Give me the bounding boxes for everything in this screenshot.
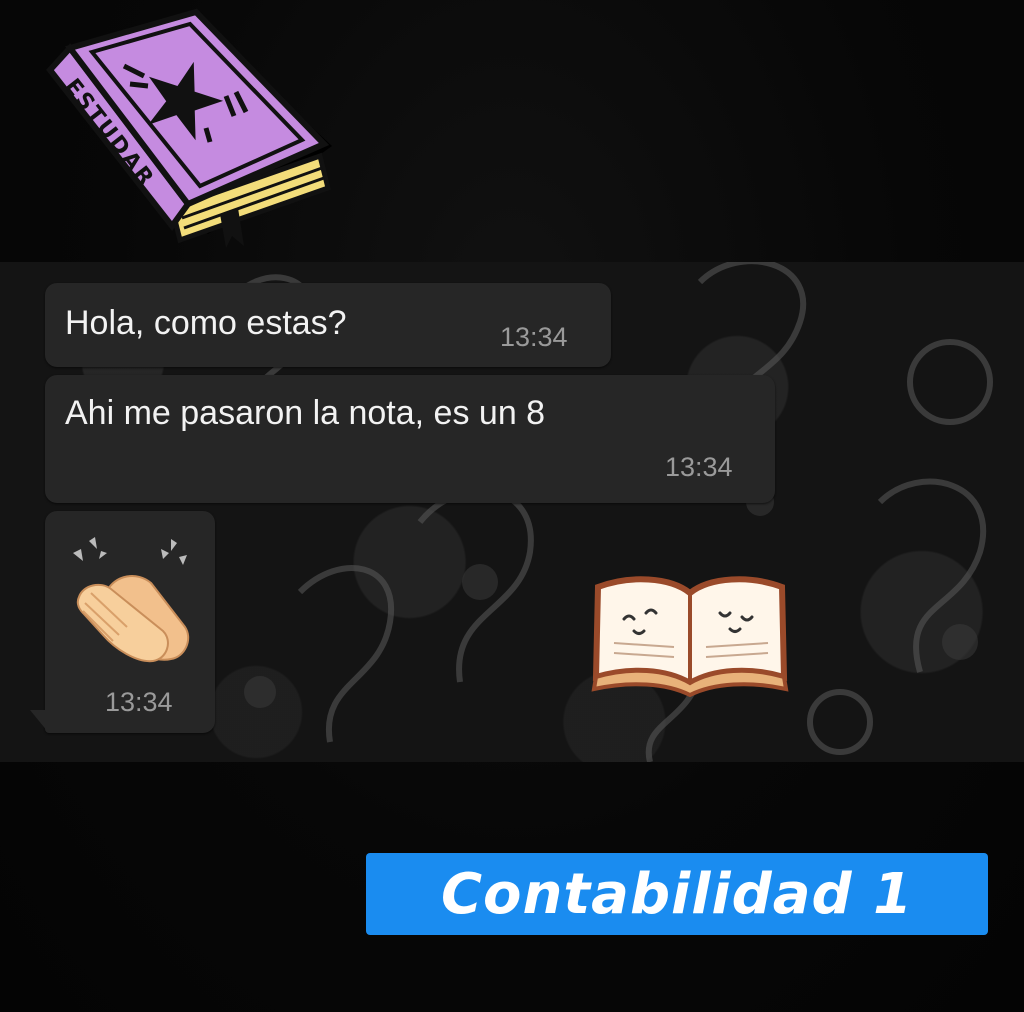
caption-label: Contabilidad 1 (366, 853, 988, 935)
purple-book-star-icon: ESTUDAR (46, 8, 332, 248)
message-bubble[interactable]: Hola, como estas? 13:34 (45, 283, 611, 367)
story-canvas: ESTUDAR Hola, como estas? 13:34 Ahi me p… (0, 0, 1024, 1012)
message-time: 13:34 (105, 687, 173, 717)
emoji-message-bubble[interactable]: 13:34 (45, 511, 215, 733)
message-text: Ahi me pasaron la nota, es un 8 (65, 394, 546, 432)
caption-text: Contabilidad 1 (440, 861, 914, 927)
message-time: 13:34 (665, 452, 733, 482)
message-time: 13:34 (500, 322, 568, 352)
chat-screenshot: Hola, como estas? 13:34 Ahi me pasaron l… (0, 262, 1024, 762)
clapping-hands-icon (73, 537, 190, 663)
open-book-smiling-icon (591, 576, 789, 697)
message-text: Hola, como estas? (65, 304, 347, 342)
bubble-tail (30, 710, 48, 732)
message-bubble[interactable]: Ahi me pasaron la nota, es un 8 13:34 (45, 375, 775, 503)
